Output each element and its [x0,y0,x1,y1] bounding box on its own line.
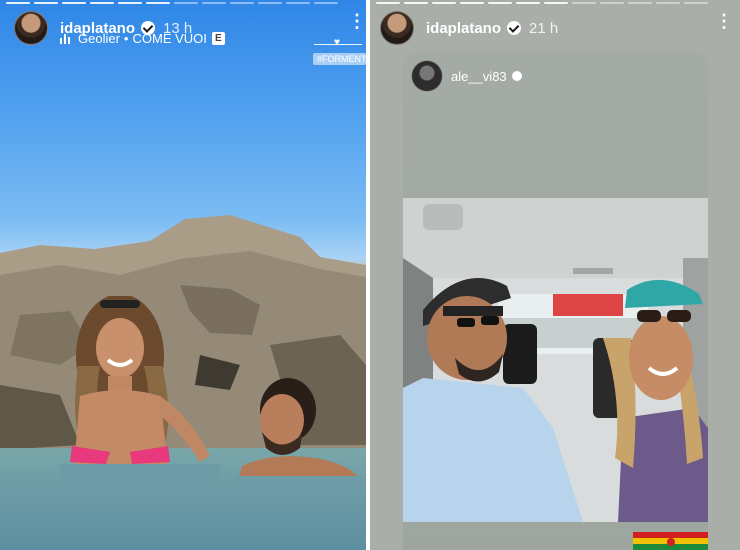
story-right[interactable]: idaplatano 21 h ⋮ ale__vi83 [370,0,740,550]
profile-avatar[interactable] [380,11,414,45]
more-vertical-icon[interactable]: ⋮ [348,12,366,30]
story-header: idaplatano 21 h [380,10,558,46]
verified-badge-icon [507,21,522,35]
car-selfie-photo [403,198,708,522]
explicit-badge: E [211,32,225,45]
reposted-username[interactable]: ale__vi83 [451,69,507,84]
music-info[interactable]: Geolier • COME VUOI E [60,31,225,46]
reposted-header: ale__vi83 [411,60,522,92]
profile-avatar[interactable] [14,11,48,45]
story-left[interactable]: idaplatano 13 h ⋮ Geolier • COME VUOI E … [0,0,366,550]
stories-viewer: idaplatano 13 h ⋮ Geolier • COME VUOI E … [0,0,740,550]
more-vertical-icon[interactable]: ⋮ [715,12,733,30]
post-time: 21 h [529,19,559,37]
story-progress-bar [6,2,338,4]
music-title: COME VUOI [132,31,207,46]
man-photo [236,378,362,488]
location-tag[interactable]: #FORMENTERA [313,53,366,65]
car-interior [403,198,708,522]
reposted-story-card[interactable]: ale__vi83 [403,52,708,550]
flag-sticker [633,532,708,550]
story-progress-bar [376,2,708,4]
equalizer-icon [60,33,72,44]
heart-icon: ♥ [334,37,340,48]
woman-photo [60,296,220,496]
music-separator: • [123,31,129,46]
username[interactable]: idaplatano [426,20,501,37]
reposted-avatar[interactable] [411,60,443,92]
music-artist: Geolier [78,31,120,46]
verified-badge-icon [511,71,522,81]
